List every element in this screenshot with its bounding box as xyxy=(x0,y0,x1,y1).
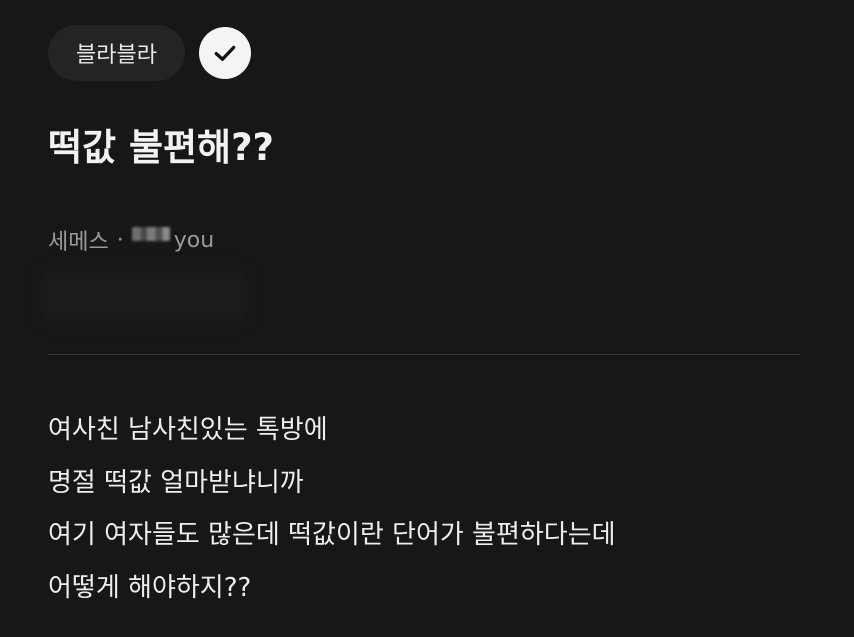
post-body-line: 여사친 남사친있는 톡방에 xyxy=(48,415,328,445)
blurred-redaction xyxy=(42,268,246,324)
content-divider xyxy=(48,354,800,355)
post-body-line: 명절 떡값 얼마받냐니까 xyxy=(48,467,304,498)
post-body: 여사친 남사친있는 톡방에 명절 떡값 얼마받냐니까 여기 여자들도 많은데 떡… xyxy=(48,404,616,614)
post-body-line: 어떻게 해야하지?? xyxy=(48,572,252,603)
post-title: 떡값 불편해?? xyxy=(48,126,275,169)
topic-chip-label: 블라블라 xyxy=(76,43,157,68)
post-meta: 세메스 · you xyxy=(48,224,214,256)
author-nickname[interactable]: you xyxy=(174,228,214,253)
topic-row: 블라블라 xyxy=(48,25,251,81)
censored-nickname-mosaic xyxy=(131,227,170,241)
topic-chip[interactable]: 블라블라 xyxy=(48,25,185,81)
check-icon xyxy=(214,45,236,61)
meta-separator: · xyxy=(116,227,124,253)
author-company[interactable]: 세메스 xyxy=(48,224,109,256)
post-body-line: 여기 여자들도 많은데 떡값이란 단어가 불편하다는데 xyxy=(48,520,616,550)
follow-check-button[interactable] xyxy=(198,27,251,79)
